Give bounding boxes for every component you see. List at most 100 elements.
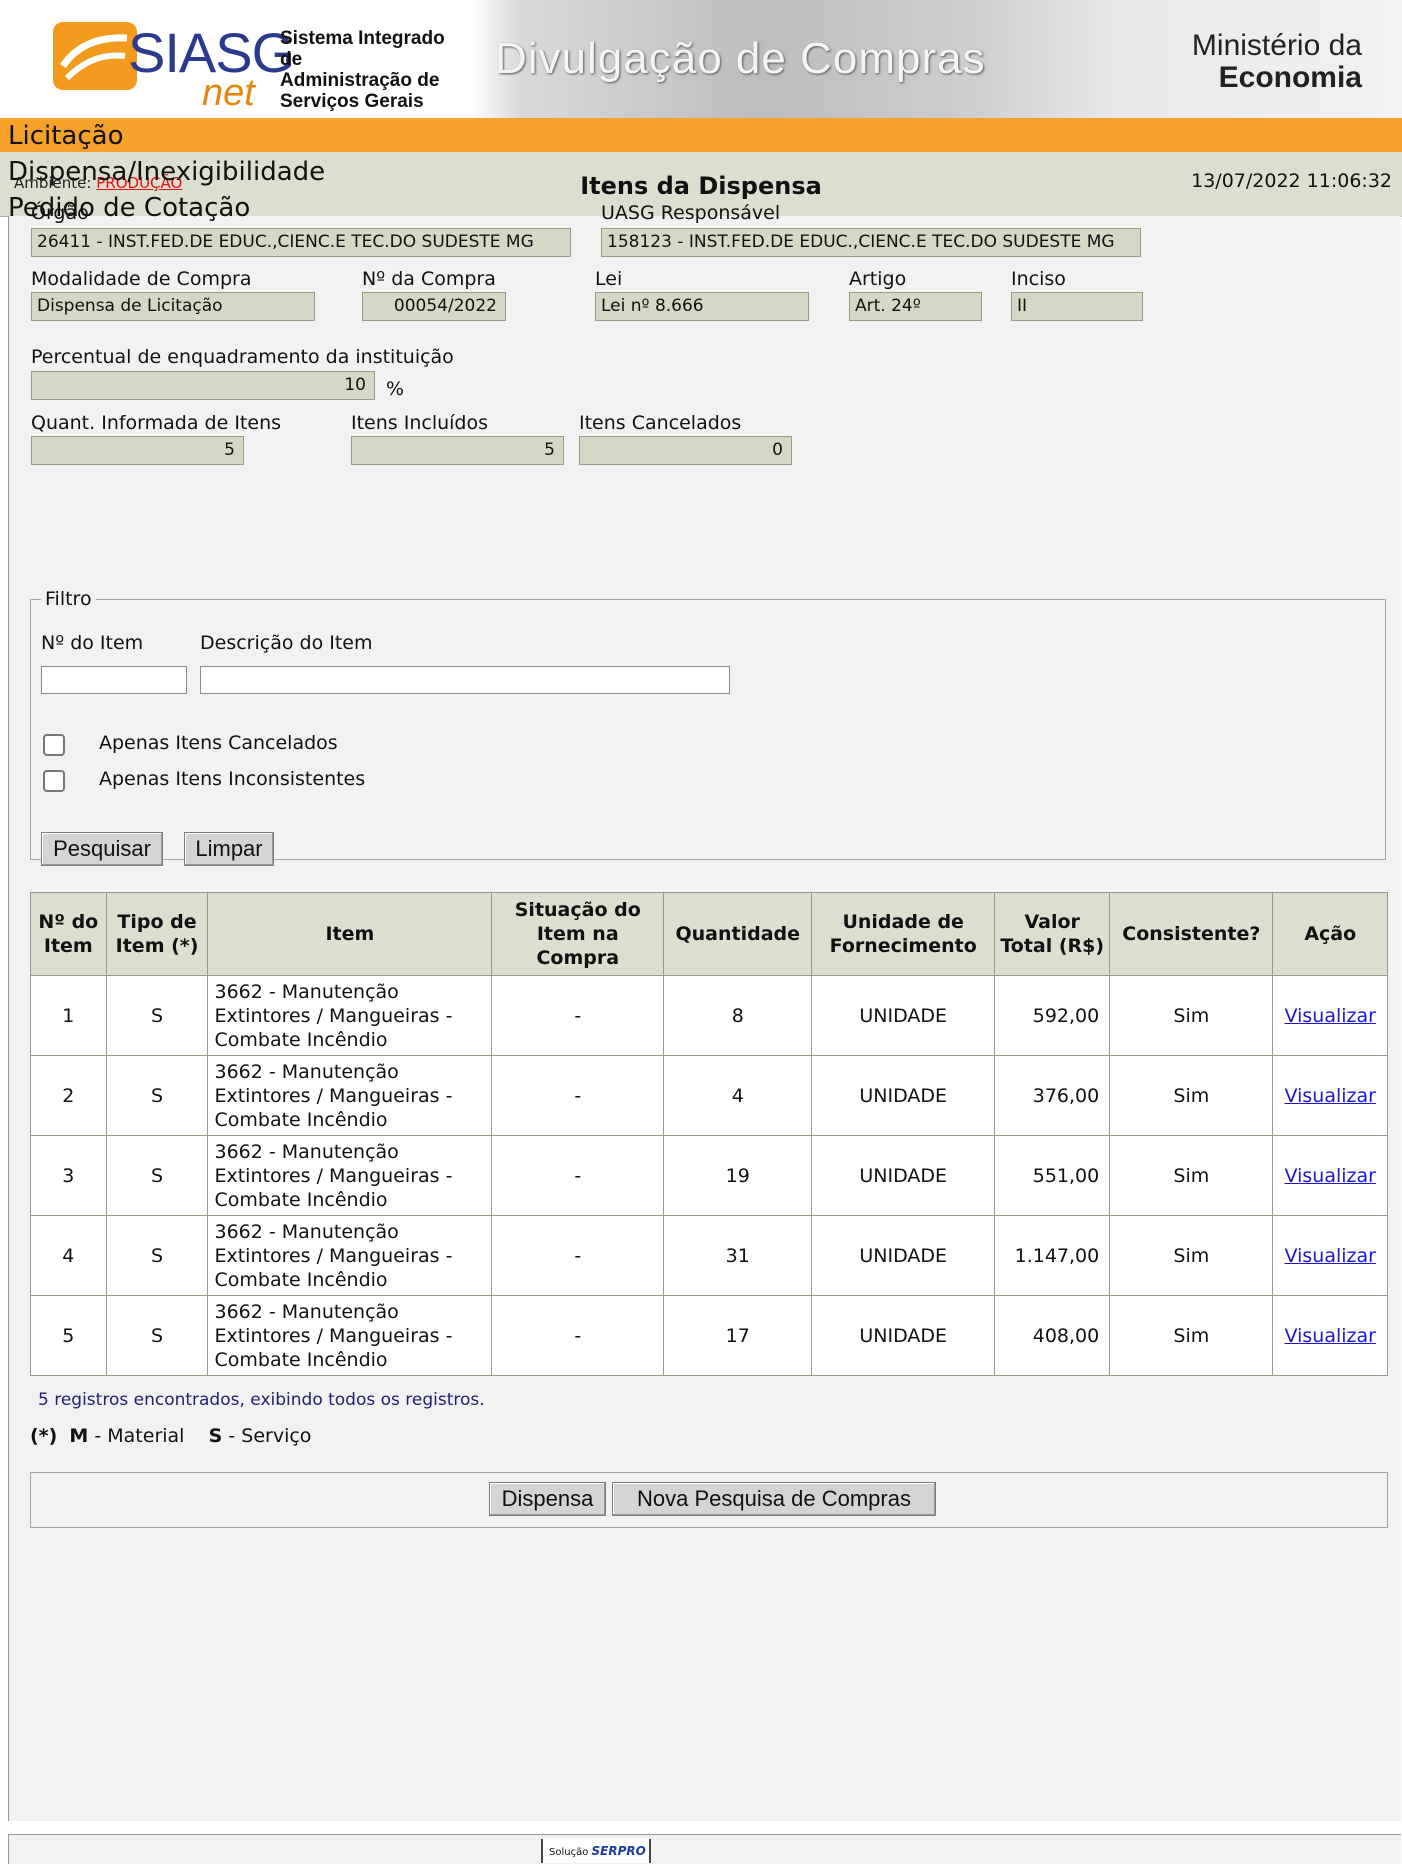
cell-item: 3662 - Manutenção Extintores / Mangueira… [207,1135,493,1216]
cell-tipo: S [105,1135,209,1216]
table-row: 1 S 3662 - Manutenção Extintores / Mangu… [30,975,1388,1056]
visualizar-link[interactable]: Visualizar [1285,1165,1376,1187]
cell-valor: 592,00 [994,975,1111,1056]
filter-legend: Filtro [45,588,92,610]
visualizar-link[interactable]: Visualizar [1285,1005,1376,1027]
ministry-line1: Ministério da [1191,29,1362,62]
siasg-logo-mark-icon [53,22,137,90]
modalidade-label: Modalidade de Compra [31,268,252,290]
solucao-text: Solução [549,1847,589,1858]
siasg-logo: SIASG net Sistema Integrado de Administr… [8,6,466,114]
checkbox-apenas-inconsistentes[interactable] [43,770,65,792]
cell-situacao: - [491,1135,665,1216]
cell-numero: 2 [30,1055,107,1136]
cell-unidade: UNIDADE [811,1055,996,1136]
logo-net-text: net [202,72,255,114]
itens-cancelados-label: Itens Cancelados [579,412,742,434]
numero-compra-field: 00054/2022 [362,292,506,321]
cell-acao: Visualizar [1272,1295,1388,1376]
lei-field: Lei nº 8.666 [595,292,809,321]
records-count-text: 5 registros encontrados, exibindo todos … [38,1390,485,1410]
menu-item-pedido-cotacao[interactable]: Pedido de Cotação [8,190,325,226]
cell-tipo: S [105,1215,209,1296]
cell-acao: Visualizar [1272,975,1388,1056]
checkbox-apenas-cancelados[interactable] [43,734,65,756]
cell-valor: 1.147,00 [994,1215,1111,1296]
cell-quantidade: 17 [663,1295,813,1376]
cell-quantidade: 4 [663,1055,813,1136]
dispensa-button[interactable]: Dispensa [489,1482,606,1516]
cell-situacao: - [491,1295,665,1376]
items-table: Nº do Item Tipo de Item (*) Item Situaçã… [30,892,1388,1376]
table-row: 4 S 3662 - Manutenção Extintores / Mangu… [30,1215,1388,1296]
cell-quantidade: 19 [663,1135,813,1216]
cell-consistente: Sim [1109,975,1274,1056]
checkbox-apenas-cancelados-label: Apenas Itens Cancelados [99,732,338,754]
cell-acao: Visualizar [1272,1135,1388,1216]
nova-pesquisa-button[interactable]: Nova Pesquisa de Compras [612,1482,936,1516]
cell-numero: 1 [30,975,107,1056]
cell-unidade: UNIDADE [811,1295,996,1376]
pesquisar-button[interactable]: Pesquisar [41,832,163,866]
percentual-field: 10 [31,371,375,400]
item-description-label: Descrição do Item [200,632,373,654]
table-row: 5 S 3662 - Manutenção Extintores / Mangu… [30,1295,1388,1376]
ministry-logo: Ministério da Economia [1192,30,1362,94]
cell-consistente: Sim [1109,1215,1274,1296]
legend-marker: (*) [30,1425,58,1447]
cell-unidade: UNIDADE [811,1135,996,1216]
legend-m-text: - Material [94,1425,185,1447]
cell-situacao: - [491,1215,665,1296]
site-header: SIASG net Sistema Integrado de Administr… [0,0,1402,119]
col-header-acao: Ação [1272,892,1388,976]
uasg-label: UASG Responsável [601,202,781,224]
cell-item: 3662 - Manutenção Extintores / Mangueira… [207,1295,493,1376]
cell-unidade: UNIDADE [811,975,996,1056]
cell-consistente: Sim [1109,1135,1274,1216]
cell-valor: 376,00 [994,1055,1111,1136]
col-header-unidade: Unidade de Fornecimento [811,892,996,976]
system-name: Sistema Integrado de Administração de Se… [280,28,445,112]
visualizar-link[interactable]: Visualizar [1285,1325,1376,1347]
menu-item-dispensa[interactable]: Dispensa/Inexigibilidade [8,154,325,190]
lei-label: Lei [595,268,623,290]
quant-informada-label: Quant. Informada de Itens [31,412,282,434]
item-description-input[interactable] [200,666,730,694]
serpro-text: SERPRO [591,1844,646,1858]
itens-incluidos-field: 5 [351,436,564,465]
serpro-logo: Solução SERPRO [541,1839,651,1863]
inciso-label: Inciso [1011,268,1066,290]
col-header-quantidade: Quantidade [663,892,813,976]
actions-box: Dispensa Nova Pesquisa de Compras [30,1472,1388,1528]
percentual-label: Percentual de enquadramento da instituiç… [31,346,454,368]
visualizar-link[interactable]: Visualizar [1285,1245,1376,1267]
limpar-button[interactable]: Limpar [184,832,274,866]
cell-unidade: UNIDADE [811,1215,996,1296]
cell-situacao: - [491,1055,665,1136]
site-title: Divulgação de Compras [495,34,986,83]
datetime: 13/07/2022 11:06:32 [1191,170,1392,192]
item-number-input[interactable] [41,666,187,694]
cell-numero: 5 [30,1295,107,1376]
col-header-consistente: Consistente? [1109,892,1274,976]
cell-situacao: - [491,975,665,1056]
menu-item-licitacao[interactable]: Licitação [8,118,325,154]
itens-cancelados-field: 0 [579,436,792,465]
filter-fieldset: Filtro Nº do Item Descrição do Item Apen… [30,588,1386,866]
cell-valor: 551,00 [994,1135,1111,1216]
checkbox-apenas-inconsistentes-label: Apenas Itens Inconsistentes [99,768,366,790]
cell-item: 3662 - Manutenção Extintores / Mangueira… [207,975,493,1056]
menu-items: Licitação Dispensa/Inexigibilidade Pedid… [8,118,325,226]
inciso-field: II [1011,292,1143,321]
cell-acao: Visualizar [1272,1055,1388,1136]
visualizar-link[interactable]: Visualizar [1285,1085,1376,1107]
cell-item: 3662 - Manutenção Extintores / Mangueira… [207,1055,493,1136]
artigo-label: Artigo [849,268,907,290]
modalidade-field: Dispensa de Licitação [31,292,315,321]
cell-valor: 408,00 [994,1295,1111,1376]
item-number-label: Nº do Item [41,632,144,654]
numero-compra-label: Nº da Compra [362,268,496,290]
artigo-field: Art. 24º [849,292,982,321]
legend-s-code: S [208,1425,223,1447]
table-header-row: Nº do Item Tipo de Item (*) Item Situaçã… [30,892,1388,976]
